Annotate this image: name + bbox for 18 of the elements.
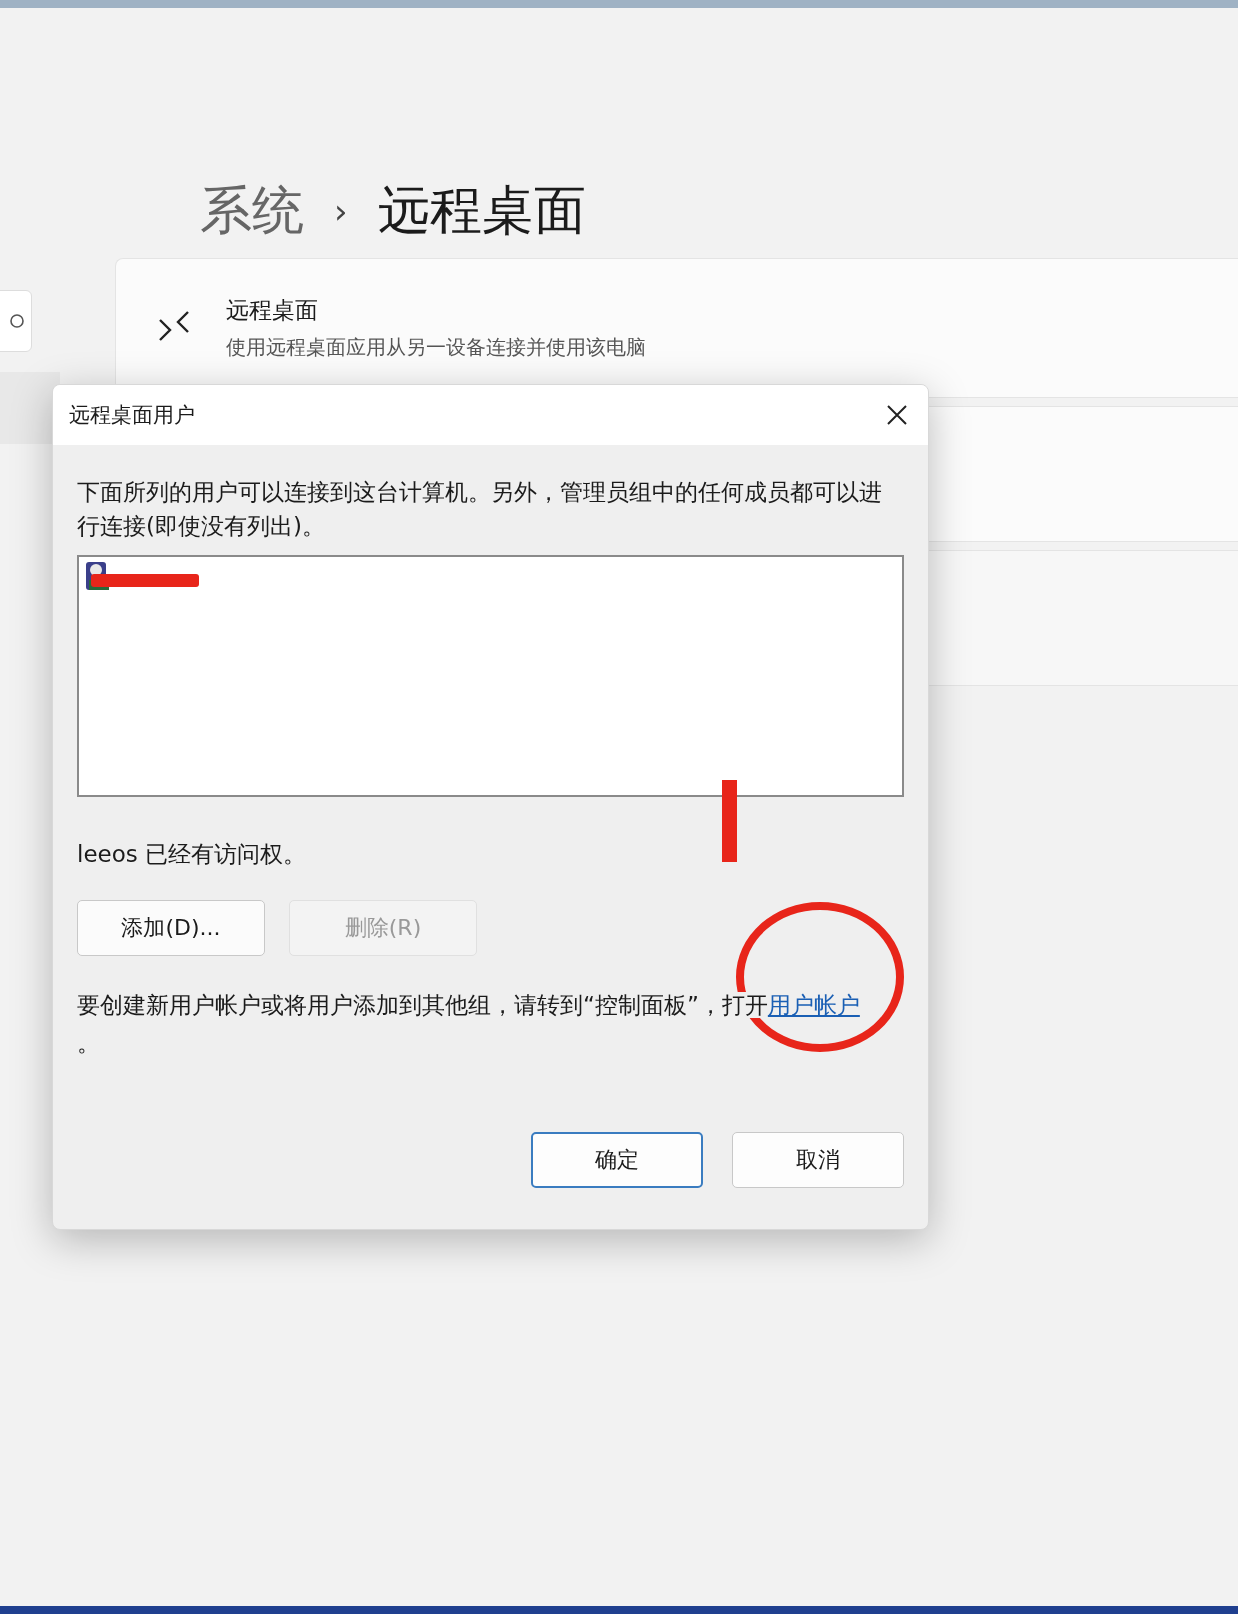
close-icon[interactable]	[886, 404, 908, 426]
description-text: 下面所列的用户可以连接到这台计算机。另外，管理员组中的任何成员都可以进行连接(即使没有列出)。	[77, 478, 883, 541]
page-title: 远程桌面	[377, 178, 586, 242]
user-accounts-link[interactable]: 用户帐户	[767, 992, 860, 1018]
setting-description: 使用远程桌面应用从另一设备连接并使用该电脑	[226, 334, 646, 361]
user-list[interactable]	[77, 555, 904, 797]
help-text: 要创建新用户帐户或将用户添加到其他组，请转到“控制面板”，打开用户帐户 。	[77, 991, 861, 1058]
search-field[interactable]	[0, 290, 32, 352]
setting-card[interactable]: 远程桌面 使用远程桌面应用从另一设备连接并使用该电脑	[115, 258, 1238, 398]
access-note: leeos 已经有访问权。	[77, 840, 308, 869]
breadcrumb-parent[interactable]: 系统	[200, 175, 304, 246]
dialog-title: 远程桌面用户	[69, 402, 195, 429]
dialog-button[interactable]: 添加(D)...	[77, 900, 265, 956]
setting-title: 远程桌面	[226, 296, 319, 325]
dialog-action-button[interactable]: 取消	[732, 1132, 904, 1188]
search-icon	[9, 313, 25, 329]
breadcrumb-separator: ›	[334, 190, 348, 231]
dialog-action-button[interactable]: 确定	[531, 1132, 703, 1188]
